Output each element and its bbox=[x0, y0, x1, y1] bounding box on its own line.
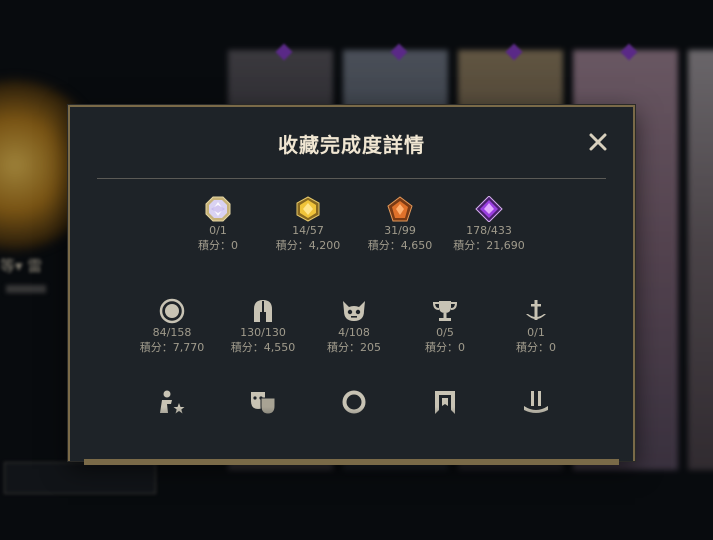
poro-icon bbox=[343, 301, 365, 321]
ring-icon bbox=[159, 298, 185, 324]
trophy-icon bbox=[432, 301, 458, 321]
collection-details-modal: 收藏完成度詳情 0/1 積分：0 14/57 積分：4,200 31/99 積分… bbox=[68, 105, 635, 465]
stat-gem-purple: 178/433 積分：21,690 bbox=[434, 196, 544, 254]
modal-bottom-border bbox=[84, 459, 619, 465]
modal-title: 收藏完成度詳情 bbox=[278, 133, 425, 157]
gem-orange-pentagon-icon bbox=[387, 196, 413, 222]
gem-purple-diamond-icon bbox=[475, 196, 503, 222]
close-icon bbox=[589, 133, 607, 151]
stat-ward: 0/1 積分：0 bbox=[481, 298, 591, 356]
helmet-icon bbox=[254, 300, 272, 322]
gem-white-octagon-icon bbox=[205, 196, 231, 222]
stat-count: 178/433 bbox=[466, 224, 512, 237]
stat-score: 積分：21,690 bbox=[453, 239, 525, 252]
close-button[interactable] bbox=[583, 127, 613, 157]
scroll-fade-overlay bbox=[70, 407, 633, 461]
stat-count: 0/1 bbox=[527, 326, 545, 339]
title-divider bbox=[97, 178, 606, 179]
ward-icon bbox=[526, 300, 546, 320]
gem-gold-hexagon-icon bbox=[296, 196, 320, 222]
stat-score: 積分：0 bbox=[516, 341, 556, 354]
